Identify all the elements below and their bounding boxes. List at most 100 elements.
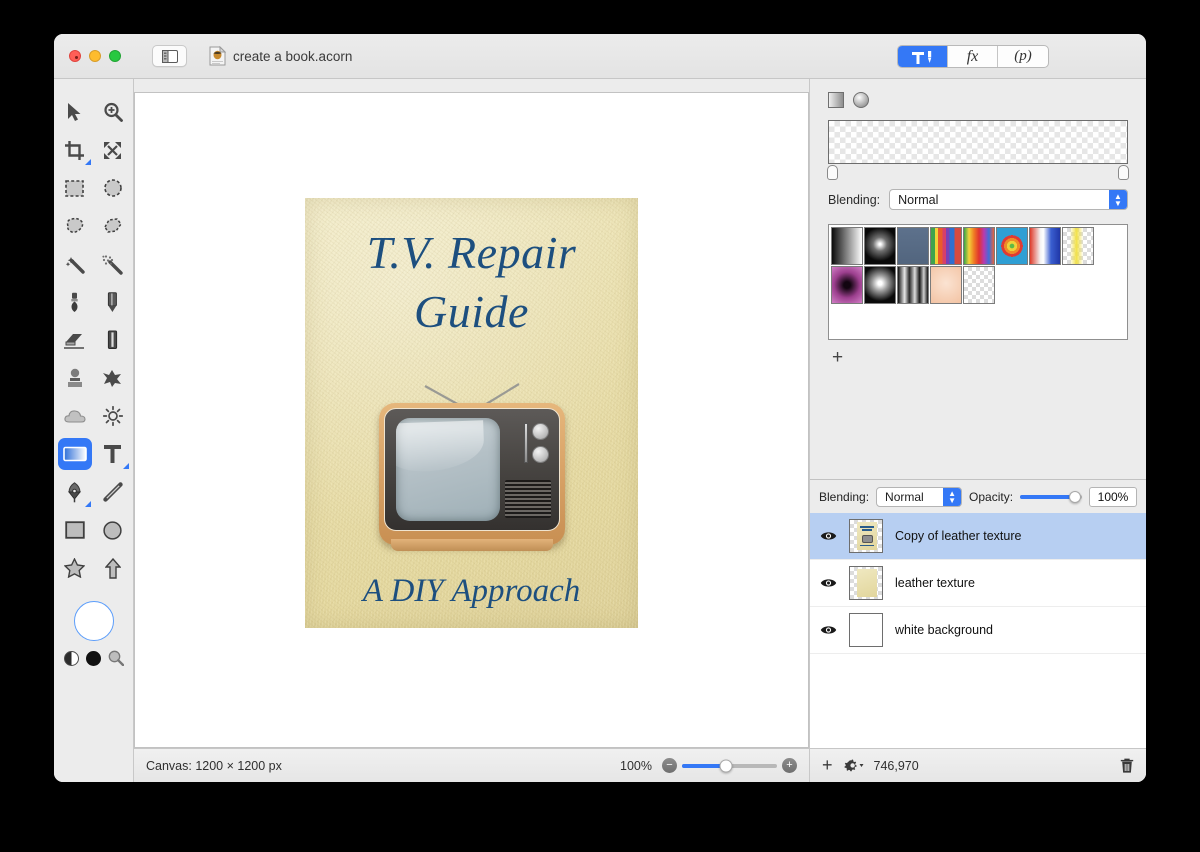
zoom-out-icon[interactable]: − (662, 758, 677, 773)
crop-tool[interactable] (58, 134, 92, 166)
eye-icon (820, 626, 837, 634)
transform-tool[interactable] (96, 134, 130, 166)
gear-dropdown-icon (843, 759, 864, 772)
layer-row-leather-texture[interactable]: leather texture (810, 560, 1146, 607)
sidebar-toggle-button[interactable] (152, 45, 187, 67)
minimize-button[interactable] (89, 50, 101, 62)
layer-visibility-toggle[interactable] (820, 530, 837, 542)
ellipse-shape-tool[interactable] (96, 514, 130, 546)
sidebar-toggle-icon (161, 49, 178, 63)
marquee-rect-icon (65, 179, 84, 197)
text-tool[interactable] (96, 438, 130, 470)
blur-tool[interactable] (58, 400, 92, 432)
pencil-tool[interactable] (96, 286, 130, 318)
rectangle-shape-tool[interactable] (58, 514, 92, 546)
dodge-tool[interactable] (96, 400, 130, 432)
layer-row-white-background[interactable]: white background (810, 607, 1146, 654)
ellipse-select-tool[interactable] (96, 172, 130, 204)
layer-blending-value: Normal (885, 489, 924, 504)
preset-empty-transparent[interactable] (963, 266, 995, 304)
text-t-icon (104, 445, 121, 463)
tools-hammer-icon (911, 50, 931, 64)
smudge-tool[interactable] (96, 362, 130, 394)
zoom-in-icon[interactable]: + (782, 758, 797, 773)
trash-icon (1120, 758, 1134, 773)
opacity-slider-fill (1020, 494, 1075, 499)
zoom-slider-thumb[interactable] (719, 759, 733, 772)
cloud-blur-icon (63, 409, 86, 423)
move-tool[interactable] (58, 96, 92, 128)
retro-television-illustration (378, 403, 565, 551)
star-icon (64, 558, 85, 578)
preset-white-glow-radial[interactable] (864, 266, 896, 304)
opacity-field[interactable]: 100% (1089, 486, 1137, 507)
right-stop-handle[interactable] (1118, 165, 1129, 180)
tab-palettes[interactable]: (p) (998, 46, 1048, 67)
bucket-icon (107, 330, 118, 349)
opacity-slider[interactable] (1020, 490, 1083, 503)
preset-rainbow-stripes-a[interactable] (930, 227, 962, 265)
layer-row-copy-of-leather-texture[interactable]: Copy of leather texture (810, 513, 1146, 560)
layer-blending-select[interactable]: Normal ▲ ▼ (876, 486, 963, 507)
canvas-area[interactable]: T.V. Repair Guide A DIY Approach (134, 92, 809, 748)
linear-gradient-icon[interactable] (828, 92, 844, 108)
gradient-type-buttons (828, 92, 1128, 108)
close-button[interactable] (69, 50, 81, 62)
default-colors-icon[interactable] (85, 650, 101, 666)
zoom-slider-track[interactable] (682, 759, 777, 772)
add-layer-button[interactable]: + (822, 755, 833, 776)
eraser-tool[interactable] (58, 324, 92, 356)
delete-layer-button[interactable] (1120, 758, 1134, 774)
zoom-tool[interactable] (96, 96, 130, 128)
gradient-blending-select[interactable]: Normal ▲ ▼ (889, 189, 1128, 210)
preset-rainbow-smooth[interactable] (963, 227, 995, 265)
radial-gradient-icon[interactable] (853, 92, 869, 108)
gradient-tool[interactable] (57, 438, 92, 470)
preset-black-to-white[interactable] (831, 227, 863, 265)
arrow-shape-tool[interactable] (96, 552, 130, 584)
document-title[interactable]: create a book.acorn (209, 46, 352, 66)
preset-magenta-radial[interactable] (831, 266, 863, 304)
line-tool[interactable] (96, 476, 130, 508)
tab-filters[interactable]: fx (948, 46, 998, 67)
instant-alpha-tool[interactable] (96, 248, 130, 280)
preset-bullseye[interactable] (996, 227, 1028, 265)
preset-peach[interactable] (930, 266, 962, 304)
cover-title: T.V. Repair Guide (305, 224, 638, 342)
opacity-slider-thumb[interactable] (1068, 490, 1081, 503)
tv-knob-upper (531, 423, 549, 440)
clone-stamp-tool[interactable] (58, 362, 92, 394)
layer-visibility-toggle[interactable] (820, 624, 837, 636)
zoom-button[interactable] (109, 50, 121, 62)
opacity-value: 100% (1097, 489, 1129, 504)
foreground-color-well[interactable] (73, 601, 114, 641)
polygon-lasso-tool[interactable] (96, 210, 130, 242)
rectangle-select-tool[interactable] (58, 172, 92, 204)
left-stop-handle[interactable] (827, 165, 838, 180)
ellipse-icon (103, 520, 122, 540)
lasso-tool[interactable] (58, 210, 92, 242)
layer-thumbnail (849, 613, 883, 647)
preset-metallic-stripes[interactable] (897, 266, 929, 304)
preset-white-radial-on-black[interactable] (864, 227, 896, 265)
gradient-preview[interactable] (828, 120, 1128, 164)
inspector-panel: Blending: Normal ▲ ▼ + Blending: Normal … (809, 79, 1146, 782)
magic-wand-tool[interactable] (58, 248, 92, 280)
color-picker-loupe-icon[interactable] (108, 650, 124, 666)
star-shape-tool[interactable] (58, 552, 92, 584)
thumb-subtitle-line (860, 544, 874, 546)
layer-visibility-toggle[interactable] (820, 577, 837, 589)
preset-slate-blue[interactable] (897, 227, 929, 265)
add-gradient-preset-button[interactable]: + (810, 340, 1146, 367)
bezier-pen-tool[interactable] (58, 476, 92, 508)
preset-red-white-blue[interactable] (1029, 227, 1061, 265)
brush-tool[interactable] (58, 286, 92, 318)
layer-settings-button[interactable] (843, 758, 864, 773)
paint-bucket-tool[interactable] (96, 324, 130, 356)
window-body: T.V. Repair Guide A DIY Approach Canvas:… (54, 79, 1146, 782)
preset-yellow-on-transparent[interactable] (1062, 227, 1094, 265)
tab-tools[interactable] (898, 46, 948, 67)
pencil-icon (107, 291, 117, 312)
zoom-slider[interactable]: − + (662, 758, 797, 773)
swap-colors-icon[interactable] (63, 650, 79, 666)
